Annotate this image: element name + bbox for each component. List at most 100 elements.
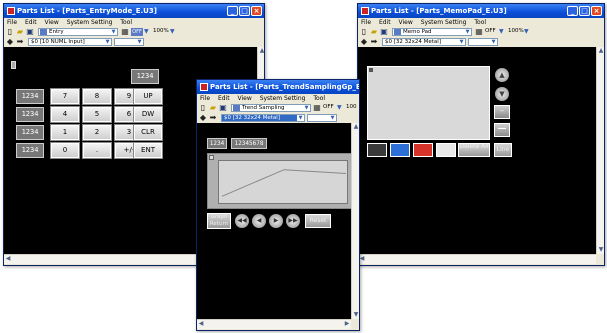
scroll-right-icon[interactable]: ▶ bbox=[343, 320, 351, 328]
menu-system-setting[interactable]: System Setting bbox=[421, 19, 467, 26]
title-bar[interactable]: Parts List - [Parts_EntryMode_E.U3] _ □ … bbox=[4, 4, 264, 18]
address-field[interactable]: $0 [32 32x24 Metal] ▼ bbox=[221, 114, 305, 122]
color-white-button[interactable] bbox=[436, 143, 456, 157]
open-folder-icon[interactable]: ▰ bbox=[370, 28, 378, 36]
chevron-down-icon[interactable]: ▼ bbox=[524, 28, 529, 35]
key-5[interactable]: 5 bbox=[82, 106, 112, 123]
color-red-button[interactable] bbox=[413, 143, 433, 157]
grid-icon[interactable]: ▦ bbox=[121, 28, 129, 36]
close-button[interactable]: × bbox=[251, 6, 262, 16]
address-field[interactable]: $0 [10 NUML Input] ▼ bbox=[28, 38, 112, 46]
horizontal-scrollbar[interactable]: ◀ ▶ bbox=[197, 319, 351, 329]
menu-file[interactable]: File bbox=[7, 19, 17, 26]
color-blue-button[interactable] bbox=[390, 143, 410, 157]
chevron-down-icon[interactable]: ▼ bbox=[170, 28, 175, 35]
menu-file[interactable]: File bbox=[200, 95, 210, 102]
graph-return-button[interactable]: Graph Return bbox=[207, 213, 231, 229]
menu-view[interactable]: View bbox=[399, 19, 413, 26]
key-clear[interactable]: CLR bbox=[133, 124, 163, 141]
scroll-down-icon[interactable]: ▼ bbox=[597, 246, 604, 254]
key-up[interactable]: UP bbox=[133, 88, 163, 105]
new-file-icon[interactable]: ▯ bbox=[360, 28, 368, 36]
menu-view[interactable]: View bbox=[45, 19, 59, 26]
forward-arrow-icon[interactable]: ➡ bbox=[16, 38, 24, 46]
color-black-button[interactable] bbox=[367, 143, 387, 157]
menu-edit[interactable]: Edit bbox=[379, 19, 391, 26]
secondary-select[interactable]: ▼ bbox=[307, 114, 337, 122]
part-select[interactable]: Entry ▼ bbox=[38, 28, 118, 36]
minimize-button[interactable]: _ bbox=[567, 6, 578, 16]
forward-arrow-icon[interactable]: ➡ bbox=[370, 38, 378, 46]
grid-icon[interactable]: ▦ bbox=[475, 28, 483, 36]
vertical-scrollbar[interactable]: ▲ ▼ bbox=[596, 47, 604, 254]
scroll-left-icon[interactable]: ◀ bbox=[4, 255, 12, 263]
toggle-off[interactable]: OFF bbox=[131, 28, 143, 36]
scroll-up-icon[interactable]: ▲ bbox=[597, 47, 604, 55]
key-enter[interactable]: ENT bbox=[133, 142, 163, 159]
menu-system-setting[interactable]: System Setting bbox=[260, 95, 306, 102]
reset-button[interactable]: Reset bbox=[305, 214, 331, 228]
back-arrow-icon[interactable]: ◆ bbox=[360, 38, 368, 46]
zoom-level[interactable]: 100% bbox=[508, 28, 524, 34]
menu-file[interactable]: File bbox=[361, 19, 371, 26]
chevron-down-icon[interactable]: ▼ bbox=[499, 28, 504, 35]
scroll-up-icon[interactable]: ▲ bbox=[258, 47, 264, 55]
step-back-button[interactable]: ◀ bbox=[252, 214, 266, 228]
part-select[interactable]: Memo Pad ▼ bbox=[392, 28, 472, 36]
scroll-down-icon[interactable]: ▼ bbox=[352, 311, 359, 319]
key-decimal[interactable]: . bbox=[82, 142, 112, 159]
key-7[interactable]: 7 bbox=[50, 88, 80, 105]
key-down[interactable]: DW bbox=[133, 106, 163, 123]
rewind-button[interactable]: ◀◀ bbox=[235, 214, 249, 228]
close-button[interactable]: × bbox=[591, 6, 602, 16]
scroll-down-round-button[interactable]: ▼ bbox=[495, 87, 509, 101]
menu-edit[interactable]: Edit bbox=[25, 19, 37, 26]
open-folder-icon[interactable]: ▰ bbox=[209, 104, 217, 112]
scroll-up-round-button[interactable]: ▲ bbox=[495, 68, 509, 82]
step-forward-button[interactable]: ▶ bbox=[269, 214, 283, 228]
secondary-select[interactable]: ▼ bbox=[468, 38, 498, 46]
key-2[interactable]: 2 bbox=[82, 124, 112, 141]
scroll-left-icon[interactable]: ◀ bbox=[197, 320, 205, 328]
address-field[interactable]: $0 [32 32x24 Metal] ▼ bbox=[382, 38, 466, 46]
grid-icon[interactable]: ▦ bbox=[313, 104, 321, 112]
thick-line-button[interactable]: — bbox=[494, 123, 510, 137]
back-arrow-icon[interactable]: ◆ bbox=[199, 114, 207, 122]
menu-view[interactable]: View bbox=[238, 95, 252, 102]
key-4[interactable]: 4 bbox=[50, 106, 80, 123]
back-arrow-icon[interactable]: ◆ bbox=[6, 38, 14, 46]
memo-pad-area[interactable] bbox=[367, 66, 490, 140]
chevron-down-icon[interactable]: ▼ bbox=[337, 104, 342, 111]
open-folder-icon[interactable]: ▰ bbox=[16, 28, 24, 36]
key-1[interactable]: 1 bbox=[50, 124, 80, 141]
maximize-button[interactable]: □ bbox=[579, 6, 590, 16]
editor-canvas[interactable]: 1234 12345678 Graph Return ◀◀ ◀ ▶ ▶▶ Res… bbox=[197, 123, 351, 319]
chevron-down-icon[interactable]: ▼ bbox=[144, 28, 149, 35]
menu-tool[interactable]: Tool bbox=[474, 19, 486, 26]
new-file-icon[interactable]: ▯ bbox=[6, 28, 14, 36]
menu-tool[interactable]: Tool bbox=[120, 19, 132, 26]
minimize-button[interactable]: _ bbox=[227, 6, 238, 16]
key-8[interactable]: 8 bbox=[82, 88, 112, 105]
title-bar[interactable]: Parts List - [Parts_MemoPad_E.U3] _ □ × bbox=[358, 4, 604, 18]
zoom-level[interactable]: 100% bbox=[153, 28, 169, 34]
secondary-select[interactable]: ▼ bbox=[114, 38, 144, 46]
delete-all-button[interactable]: Delete All bbox=[458, 143, 490, 157]
forward-arrow-icon[interactable]: ➡ bbox=[209, 114, 217, 122]
title-bar[interactable]: Parts List - [Parts_TrendSamplingGp_E.U3… bbox=[197, 80, 359, 94]
maximize-button[interactable]: □ bbox=[239, 6, 250, 16]
menu-tool[interactable]: Tool bbox=[313, 95, 325, 102]
save-icon[interactable]: ▣ bbox=[219, 104, 227, 112]
part-select[interactable]: Trend Sampling ▼ bbox=[231, 104, 311, 112]
new-file-icon[interactable]: ▯ bbox=[199, 104, 207, 112]
fast-forward-button[interactable]: ▶▶ bbox=[286, 214, 300, 228]
toggle-off[interactable]: OFF bbox=[485, 28, 496, 34]
toggle-off[interactable]: OFF bbox=[323, 104, 334, 110]
vertical-scrollbar[interactable]: ▲ ▼ bbox=[351, 123, 359, 319]
scroll-up-icon[interactable]: ▲ bbox=[352, 123, 359, 131]
editor-canvas[interactable]: ▲ ▼ – — Delete All Line bbox=[358, 47, 596, 254]
save-icon[interactable]: ▣ bbox=[26, 28, 34, 36]
thin-line-button[interactable]: – bbox=[494, 105, 510, 119]
horizontal-scrollbar[interactable]: ◀ bbox=[358, 254, 596, 264]
save-icon[interactable]: ▣ bbox=[380, 28, 388, 36]
